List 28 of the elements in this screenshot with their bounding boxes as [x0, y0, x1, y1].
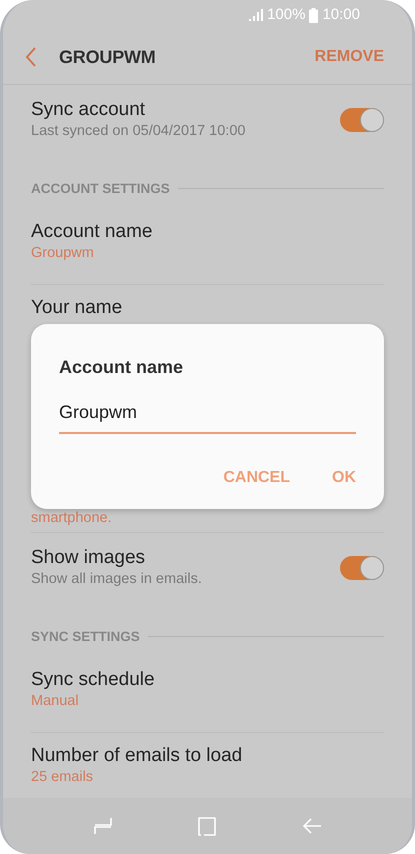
setting-value: Groupwm — [31, 244, 95, 263]
setting-value: 25 emails — [31, 768, 94, 786]
section-header: ACCOUNT SETTINGS — [31, 180, 170, 198]
setting-title: Sync schedule — [31, 668, 156, 692]
setting-title: Sync account — [31, 99, 146, 122]
ok-button[interactable]: OK — [332, 466, 356, 490]
signal-icon — [249, 9, 264, 21]
setting-description: Last synced on 05/04/2017 10:00 — [31, 122, 246, 141]
input-field[interactable]: Groupwm — [59, 389, 356, 434]
dialog-title: Account name — [59, 356, 184, 379]
back-icon[interactable] — [25, 47, 37, 67]
recents-icon[interactable] — [93, 816, 114, 836]
setting-description: Show all images in emails. — [31, 570, 203, 589]
section-header: SYNC SETTINGS — [31, 628, 140, 646]
home-icon[interactable] — [197, 816, 218, 836]
cancel-button[interactable]: CANCEL — [223, 466, 290, 490]
remove-button[interactable]: REMOVE — [314, 45, 384, 69]
setting-title: Account name — [31, 220, 154, 244]
battery-icon — [309, 8, 318, 22]
setting-title: Show images — [31, 546, 146, 570]
toggle-switch[interactable] — [340, 108, 384, 132]
setting-title: Your name — [31, 296, 124, 320]
setting-title: Number of emails to load — [31, 744, 244, 768]
setting-value: smartphone. — [31, 508, 113, 528]
setting-value: Manual — [31, 692, 80, 710]
screen-title: GROUPWM — [59, 46, 156, 68]
toggle-switch[interactable] — [340, 556, 384, 580]
back-icon[interactable] — [302, 816, 322, 836]
